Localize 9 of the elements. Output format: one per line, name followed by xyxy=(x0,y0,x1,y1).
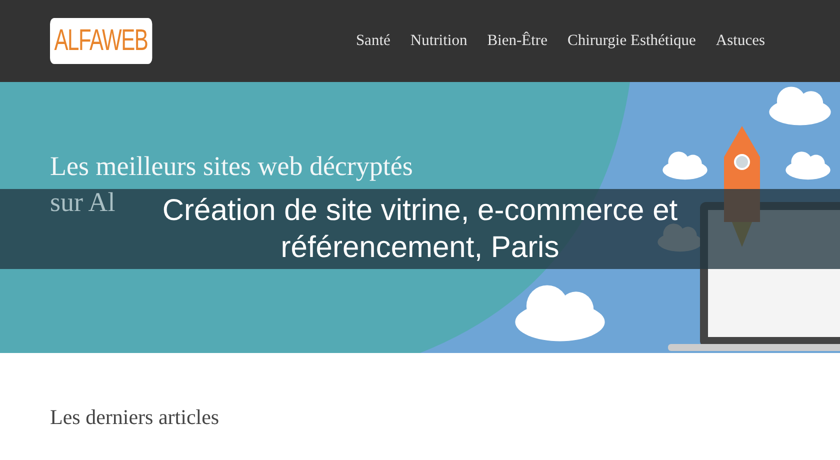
nav-link[interactable]: Santé xyxy=(356,32,390,50)
hero-title: Les meilleurs sites web décryptés xyxy=(50,150,413,183)
nav-link[interactable]: Bien-Être xyxy=(487,32,548,50)
hero-subtitle: sur Al xyxy=(50,186,116,219)
nav-link[interactable]: Astuces xyxy=(716,32,765,50)
nav-link[interactable]: Chirurgie Esthétique xyxy=(567,32,696,50)
caption-text: Création de site vitrine, e-commerce et référencement, Paris xyxy=(161,193,679,266)
nav-link[interactable]: Nutrition xyxy=(410,32,468,50)
section-heading: Les derniers articles xyxy=(50,405,220,430)
